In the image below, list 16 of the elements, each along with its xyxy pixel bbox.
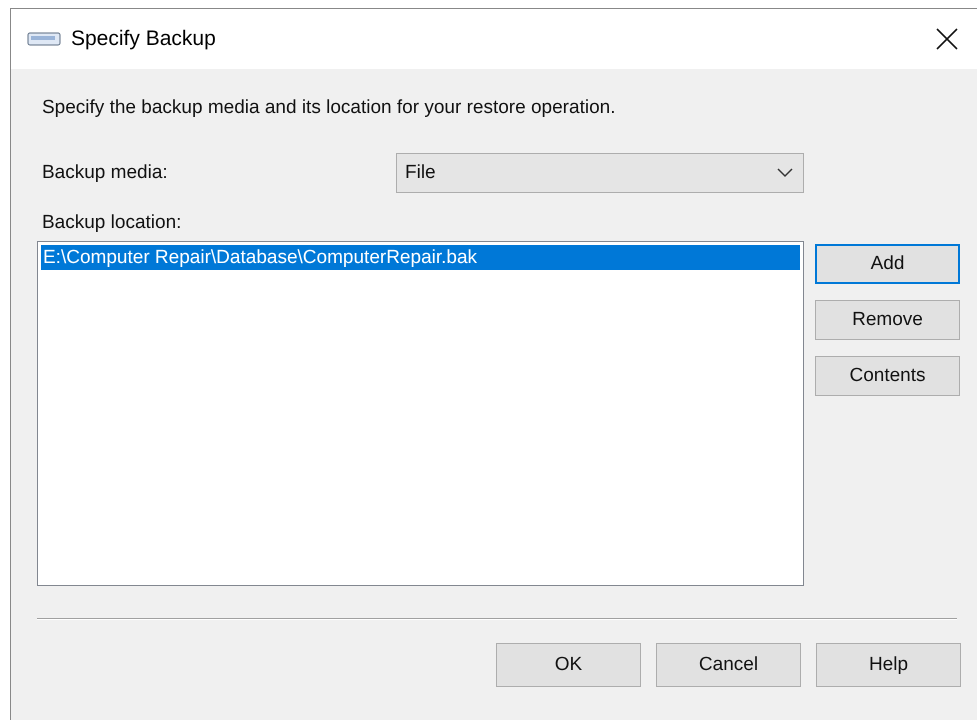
window-title: Specify Backup — [71, 26, 216, 52]
backup-file-row[interactable]: E:\Computer Repair\Database\ComputerRepair.bak — [41, 245, 800, 270]
dialog-button[interactable]: OK — [496, 643, 641, 687]
chevron-down-icon — [777, 168, 793, 178]
dialog-button[interactable]: Cancel — [656, 643, 801, 687]
backup-media-dropdown[interactable]: File — [396, 153, 804, 193]
side-button[interactable]: Add — [815, 244, 960, 284]
dialog-button[interactable]: Help — [816, 643, 961, 687]
backup-media-label: Backup media: — [42, 160, 169, 185]
backup-location-label: Backup location: — [42, 211, 182, 235]
description-text: Specify the backup media and its location for your restore operation. — [42, 96, 616, 120]
close-icon — [936, 28, 958, 50]
side-button[interactable]: Remove — [815, 300, 960, 340]
side-button[interactable]: Contents — [815, 356, 960, 396]
close-button[interactable] — [935, 27, 959, 51]
drive-icon — [27, 32, 61, 46]
